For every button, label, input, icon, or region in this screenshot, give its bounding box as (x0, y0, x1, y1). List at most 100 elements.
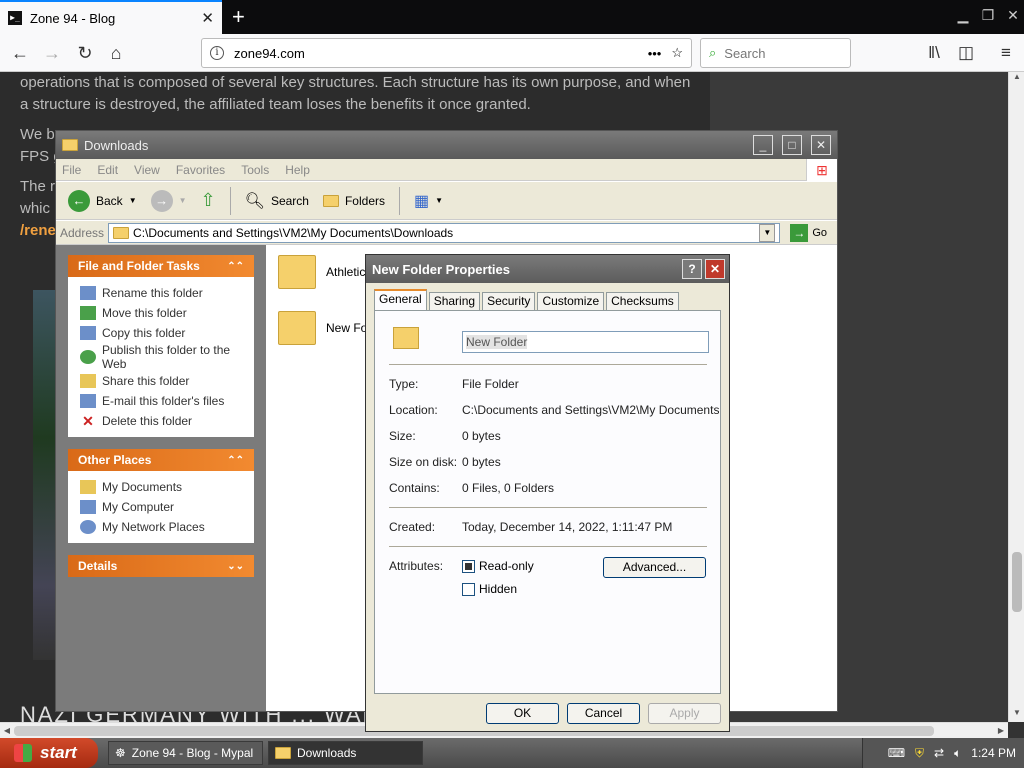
readonly-checkbox[interactable]: Read-only (462, 559, 534, 573)
task-label: Rename this folder (102, 286, 203, 300)
collapse-icon[interactable]: ⌃⌃ (227, 455, 244, 466)
restore-browser-icon[interactable]: ❐ (975, 7, 1001, 27)
close-icon[interactable]: ✕ (811, 135, 831, 155)
ok-button[interactable]: OK (486, 703, 559, 724)
page-actions-icon[interactable]: ••• (648, 46, 662, 61)
location-label: Location: (389, 403, 438, 417)
menu-edit[interactable]: Edit (97, 163, 118, 177)
task-email[interactable]: E-mail this folder's files (80, 391, 242, 411)
volume-icon[interactable]: 🔈︎ (954, 746, 961, 761)
task-delete[interactable]: ✕ Delete this folder (80, 411, 242, 431)
folder-item[interactable]: New Fold (278, 311, 377, 345)
help-icon[interactable]: ? (682, 259, 702, 279)
minimize-icon[interactable]: _ (753, 135, 773, 155)
sidebar-icon[interactable]: ◫ (953, 40, 979, 66)
address-field[interactable]: C:\Documents and Settings\VM2\My Documen… (108, 222, 781, 243)
maximize-icon[interactable]: □ (782, 135, 802, 155)
expand-icon[interactable]: ⌄⌄ (227, 561, 244, 572)
folder-name-input[interactable]: New Folder (462, 331, 709, 353)
forward-button[interactable]: → ▼ (147, 188, 191, 214)
go-button[interactable]: → Go (784, 223, 833, 242)
tab-security[interactable]: Security (482, 292, 536, 310)
task-share[interactable]: Share this folder (80, 371, 242, 391)
up-folder-button[interactable]: ⇧ (197, 188, 220, 213)
menu-help[interactable]: Help (285, 163, 310, 177)
views-button[interactable]: ▦ ▼ (410, 189, 447, 213)
task-copy[interactable]: Copy this folder (80, 323, 242, 343)
explorer-title-bar[interactable]: Downloads _ □ ✕ (56, 131, 837, 159)
scroll-right-icon[interactable]: ▶ (994, 723, 1008, 739)
attributes-label: Attributes: (389, 559, 444, 573)
minimize-browser-icon[interactable]: ▁ (950, 7, 976, 27)
menu-favorites[interactable]: Favorites (176, 163, 225, 177)
menu-tools[interactable]: Tools (241, 163, 269, 177)
url-text[interactable]: zone94.com (234, 46, 638, 61)
bookmark-star-icon[interactable]: ☆ (671, 45, 683, 61)
contains-label: Contains: (389, 481, 440, 495)
page-scrollbar[interactable]: ▲ ▼ (1008, 72, 1024, 722)
back-dropdown-icon[interactable]: ▼ (129, 196, 137, 205)
address-dropdown-icon[interactable]: ▼ (759, 223, 776, 242)
copy-icon (80, 326, 96, 340)
forward-icon[interactable]: → (38, 39, 66, 67)
search-placeholder[interactable]: Search (724, 46, 765, 61)
security-shield-icon[interactable]: ⛨ (915, 746, 924, 761)
address-bar: Address C:\Documents and Settings\VM2\My… (56, 221, 837, 245)
menu-view[interactable]: View (134, 163, 160, 177)
keyboard-icon[interactable]: ⌨ (888, 746, 905, 760)
taskbar-item-browser[interactable]: ☸ Zone 94 - Blog - Mypal (108, 741, 263, 765)
back-icon[interactable]: ← (6, 39, 34, 67)
place-my-network[interactable]: My Network Places (80, 517, 242, 537)
tab-sharing[interactable]: Sharing (428, 292, 481, 310)
back-button[interactable]: ← Back ▼ (64, 188, 141, 214)
forward-dropdown-icon[interactable]: ▼ (179, 196, 187, 205)
file-tasks-header[interactable]: File and Folder Tasks ⌃⌃ (68, 255, 254, 277)
dialog-title-bar[interactable]: New Folder Properties ? ✕ (366, 255, 729, 283)
site-info-icon[interactable]: i (210, 46, 224, 60)
details-header[interactable]: Details ⌄⌄ (68, 555, 254, 577)
scroll-left-icon[interactable]: ◀ (0, 723, 14, 739)
scroll-down-icon[interactable]: ▼ (1009, 708, 1024, 722)
url-bar[interactable]: i zone94.com ••• ☆ (201, 38, 692, 68)
place-my-computer[interactable]: My Computer (80, 497, 242, 517)
start-button[interactable]: start (0, 738, 98, 768)
readonly-check-box[interactable] (462, 559, 475, 573)
address-folder-icon (113, 226, 130, 239)
hidden-check-box[interactable] (462, 582, 475, 596)
tab-customize[interactable]: Customize (537, 292, 605, 310)
menu-icon[interactable]: ≡ (993, 40, 1019, 66)
taskbar-item-downloads[interactable]: Downloads (268, 741, 423, 765)
close-browser-icon[interactable]: ✕ (1000, 7, 1024, 27)
scroll-up-icon[interactable]: ▲ (1009, 72, 1024, 86)
search-button[interactable]: 🔍︎ Search (241, 189, 313, 213)
scroll-thumb[interactable] (1012, 552, 1022, 612)
collapse-icon[interactable]: ⌃⌃ (227, 261, 244, 272)
tab-checksums[interactable]: Checksums (606, 292, 679, 310)
task-publish[interactable]: Publish this folder to the Web (80, 343, 242, 371)
menu-file[interactable]: File (62, 163, 81, 177)
advanced-button[interactable]: Advanced... (603, 557, 706, 578)
hidden-checkbox[interactable]: Hidden (462, 582, 517, 596)
tab-general[interactable]: General (374, 289, 427, 310)
other-places-header[interactable]: Other Places ⌃⌃ (68, 449, 254, 471)
new-tab-icon[interactable]: + (232, 4, 245, 30)
folders-button[interactable]: Folders (319, 192, 389, 210)
browser-search-box[interactable]: ⌕ Search (700, 38, 851, 68)
location-value: C:\Documents and Settings\VM2\My Documen… (462, 403, 719, 417)
task-rename[interactable]: Rename this folder (80, 283, 242, 303)
reload-icon[interactable]: ↻ (71, 39, 99, 67)
close-tab-icon[interactable]: ✕ (201, 9, 214, 27)
browser-tab[interactable]: ▶_ Zone 94 - Blog ✕ (0, 0, 222, 34)
home-icon[interactable]: ⌂ (102, 39, 130, 67)
place-my-documents[interactable]: My Documents (80, 477, 242, 497)
cancel-button[interactable]: Cancel (567, 703, 640, 724)
address-value[interactable]: C:\Documents and Settings\VM2\My Documen… (133, 226, 755, 240)
network-tray-icon[interactable]: ⇄ (934, 746, 944, 760)
general-tab-panel: New Folder Type: File Folder Location: C:\… (374, 310, 721, 694)
apply-button[interactable]: Apply (648, 703, 721, 724)
library-icon[interactable]: ‖\ (921, 40, 947, 66)
folder-item[interactable]: Athletic (278, 255, 365, 289)
task-move[interactable]: Move this folder (80, 303, 242, 323)
close-icon[interactable]: ✕ (705, 259, 725, 279)
file-tasks-panel: File and Folder Tasks ⌃⌃ Rename this fol… (68, 255, 254, 437)
